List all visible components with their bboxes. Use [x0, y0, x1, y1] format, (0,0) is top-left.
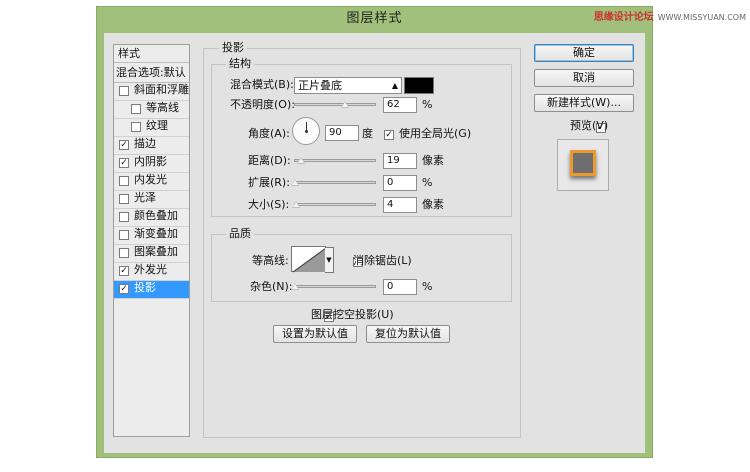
style-item[interactable]: ✓ 内阴影: [114, 155, 189, 173]
cancel-button[interactable]: 取消: [534, 69, 634, 87]
style-item-checkbox[interactable]: [119, 248, 129, 258]
blend-options-item[interactable]: 混合选项:默认: [114, 63, 189, 83]
window-title: 图层样式: [346, 11, 403, 26]
watermark-text: 思缘设计论坛: [593, 12, 654, 23]
new-style-button[interactable]: 新建样式(W)...: [534, 94, 634, 112]
angle-unit: 度: [362, 127, 373, 140]
watermark-url: WWW.MISSYUAN.COM: [657, 13, 746, 22]
style-item-label: 内阴影: [134, 155, 167, 168]
chevron-updown-icon: ▲: [391, 81, 398, 90]
contour-picker[interactable]: ▼: [291, 246, 334, 273]
blend-mode-label: 混合模式(B):: [230, 78, 294, 91]
style-item-label: 等高线: [146, 101, 179, 114]
chevron-down-icon[interactable]: ▼: [325, 247, 334, 273]
style-item-label: 外发光: [134, 263, 167, 276]
style-item-checkbox[interactable]: [119, 194, 129, 204]
blend-mode-select[interactable]: 正片叠底 ▲: [294, 77, 402, 94]
watermark: 思缘设计论坛 WWW.MISSYUAN.COM: [594, 8, 746, 23]
style-item-label: 颜色叠加: [134, 209, 178, 222]
style-item[interactable]: 光泽: [114, 191, 189, 209]
size-unit: 像素: [422, 198, 444, 211]
size-input[interactable]: 4: [383, 197, 417, 213]
distance-slider-track[interactable]: [294, 159, 376, 162]
style-item-checkbox[interactable]: ✓: [119, 140, 129, 150]
spread-slider-thumb[interactable]: [291, 179, 299, 186]
style-item-label: 图案叠加: [134, 245, 178, 258]
antialias-label[interactable]: 消除锯齿(L): [353, 254, 412, 268]
style-item-checkbox[interactable]: [131, 122, 141, 132]
spread-unit: %: [422, 176, 433, 189]
styles-list: 样式 混合选项:默认 斜面和浮雕等高线纹理 ✓ 描边 ✓ 内阴影内发光光泽颜色叠加渐变叠…: [113, 44, 190, 437]
preview-thumbnail: [570, 150, 596, 176]
distance-label: 距离(D):: [248, 154, 291, 167]
style-item-checkbox[interactable]: [119, 230, 129, 240]
style-item-label: 描边: [134, 137, 156, 150]
style-item-checkbox[interactable]: ✓: [119, 284, 129, 294]
angle-dial-center: [305, 130, 308, 133]
style-item-checkbox[interactable]: [119, 212, 129, 222]
style-item[interactable]: 等高线: [114, 101, 189, 119]
blend-mode-value: 正片叠底: [298, 79, 342, 92]
angle-label: 角度(A):: [248, 127, 290, 140]
angle-input[interactable]: 90: [325, 125, 359, 141]
style-item[interactable]: 颜色叠加: [114, 209, 189, 227]
style-item-checkbox[interactable]: [119, 86, 129, 96]
style-item[interactable]: 图案叠加: [114, 245, 189, 263]
noise-input[interactable]: 0: [383, 279, 417, 295]
set-default-button[interactable]: 设置为默认值: [273, 325, 357, 343]
noise-slider-track[interactable]: [294, 285, 376, 288]
global-light-label[interactable]: 使用全局光(G): [399, 127, 471, 141]
structure-title: 结构: [226, 58, 254, 70]
distance-unit: 像素: [422, 154, 444, 167]
reset-default-button[interactable]: 复位为默认值: [366, 325, 450, 343]
angle-dial[interactable]: [292, 117, 320, 145]
size-label: 大小(S):: [248, 198, 290, 211]
shadow-color-swatch[interactable]: [404, 77, 434, 94]
style-preview: [557, 139, 609, 191]
opacity-label: 不透明度(O):: [230, 98, 295, 111]
style-item[interactable]: 渐变叠加: [114, 227, 189, 245]
style-item-label: 渐变叠加: [134, 227, 178, 240]
style-item-label: 光泽: [134, 191, 156, 204]
style-item[interactable]: 纹理: [114, 119, 189, 137]
style-item[interactable]: ✓ 投影: [114, 281, 189, 299]
style-item-label: 投影: [134, 281, 156, 294]
distance-input[interactable]: 19: [383, 153, 417, 169]
style-item-label: 纹理: [146, 119, 168, 132]
style-item-label: 斜面和浮雕: [134, 83, 189, 96]
style-item-checkbox[interactable]: [119, 176, 129, 186]
contour-label: 等高线:: [252, 254, 289, 267]
size-slider-track[interactable]: [294, 203, 376, 206]
style-item[interactable]: 斜面和浮雕: [114, 83, 189, 101]
quality-title: 品质: [226, 228, 254, 240]
contour-linear-icon: [292, 247, 327, 273]
style-item[interactable]: 内发光: [114, 173, 189, 191]
style-item-checkbox[interactable]: ✓: [119, 158, 129, 168]
spread-slider-track[interactable]: [294, 181, 376, 184]
noise-slider-thumb[interactable]: [291, 283, 299, 290]
global-light-checkbox[interactable]: ✓: [384, 130, 394, 140]
size-slider-thumb[interactable]: [291, 201, 300, 208]
styles-header[interactable]: 样式: [114, 45, 189, 63]
preview-label[interactable]: 预览(V): [570, 119, 608, 133]
spread-input[interactable]: 0: [383, 175, 417, 191]
noise-label: 杂色(N):: [250, 280, 293, 293]
spread-label: 扩展(R):: [248, 176, 290, 189]
style-item[interactable]: ✓ 外发光: [114, 263, 189, 281]
ok-button[interactable]: 确定: [534, 44, 634, 62]
style-item-label: 内发光: [134, 173, 167, 186]
style-item[interactable]: ✓ 描边: [114, 137, 189, 155]
style-item-checkbox[interactable]: [131, 104, 141, 114]
distance-slider-thumb[interactable]: [296, 157, 305, 164]
opacity-slider-track[interactable]: [294, 103, 376, 106]
drop-shadow-title: 投影: [219, 42, 247, 54]
style-item-checkbox[interactable]: ✓: [119, 266, 129, 276]
knockout-label[interactable]: 图层挖空投影(U): [311, 308, 394, 322]
opacity-unit: %: [422, 98, 433, 111]
noise-unit: %: [422, 280, 433, 293]
opacity-input[interactable]: 62: [383, 97, 417, 113]
opacity-slider-thumb[interactable]: [340, 101, 349, 108]
